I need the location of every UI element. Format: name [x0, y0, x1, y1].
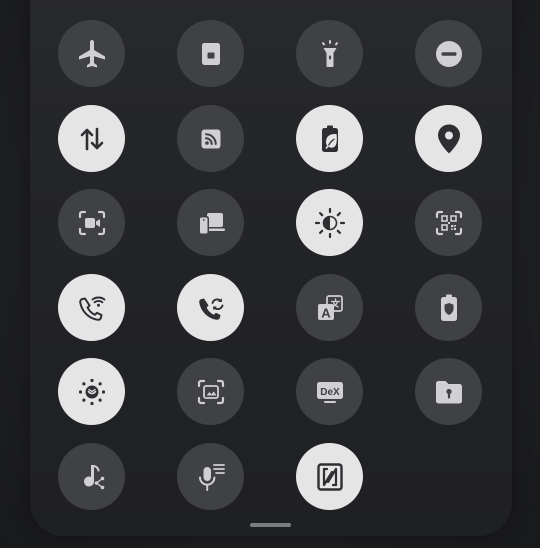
screen-recorder-icon: [78, 210, 105, 235]
nfc-tile[interactable]: [296, 443, 363, 510]
eye-comfort-shield-icon: [78, 378, 105, 405]
power-saving-icon: [321, 125, 338, 152]
secure-folder-icon: [201, 42, 220, 65]
music-share-icon: [83, 464, 104, 489]
flashlight-icon: [321, 39, 338, 67]
eye-comfort-shield-tile[interactable]: [58, 358, 125, 425]
secure-folder-tile[interactable]: [177, 20, 244, 87]
battery-protect-tile[interactable]: [415, 274, 482, 341]
live-transcribe-icon: [198, 463, 225, 491]
screen-recorder-tile[interactable]: [58, 189, 125, 256]
power-saving-tile[interactable]: [296, 105, 363, 172]
airplane-icon: [78, 39, 105, 67]
call-sync-tile[interactable]: [177, 274, 244, 341]
private-share-icon: [435, 380, 462, 403]
cast-tile[interactable]: [177, 105, 244, 172]
mobile-data-icon: [80, 127, 103, 150]
translate-tile[interactable]: A: [296, 274, 363, 341]
location-tile[interactable]: [415, 105, 482, 172]
airplane-mode-tile[interactable]: [58, 20, 125, 87]
translate-icon: A: [317, 294, 343, 320]
dark-mode-icon: [314, 207, 345, 238]
do-not-disturb-tile[interactable]: [415, 20, 482, 87]
panel-drag-handle[interactable]: [250, 523, 291, 527]
qr-scanner-tile[interactable]: [415, 189, 482, 256]
screenshot-capture-tile[interactable]: [177, 358, 244, 425]
wifi-calling-tile[interactable]: [58, 274, 125, 341]
link-to-windows-tile[interactable]: [177, 189, 244, 256]
flashlight-tile[interactable]: [296, 20, 363, 87]
live-transcribe-tile[interactable]: [177, 443, 244, 510]
quick-settings-grid: A DeX: [0, 0, 540, 548]
dex-tile[interactable]: DeX: [296, 358, 363, 425]
location-icon: [437, 124, 460, 153]
dex-label: DeX: [320, 386, 340, 397]
wifi-calling-icon: [78, 296, 105, 321]
private-share-tile[interactable]: [415, 358, 482, 425]
mobile-data-tile[interactable]: [58, 105, 125, 172]
screenshot-capture-icon: [197, 379, 224, 404]
nfc-icon: [316, 462, 343, 491]
call-sync-icon: [198, 297, 223, 320]
cast-icon: [201, 129, 220, 148]
battery-protect-icon: [440, 294, 457, 321]
translate-letter: A: [321, 305, 331, 320]
do-not-disturb-icon: [435, 40, 462, 67]
dex-icon: DeX: [316, 381, 343, 403]
link-to-windows-icon: [198, 212, 225, 235]
dark-mode-tile[interactable]: [296, 189, 363, 256]
qr-scanner-icon: [435, 210, 462, 235]
music-share-tile[interactable]: [58, 443, 125, 510]
